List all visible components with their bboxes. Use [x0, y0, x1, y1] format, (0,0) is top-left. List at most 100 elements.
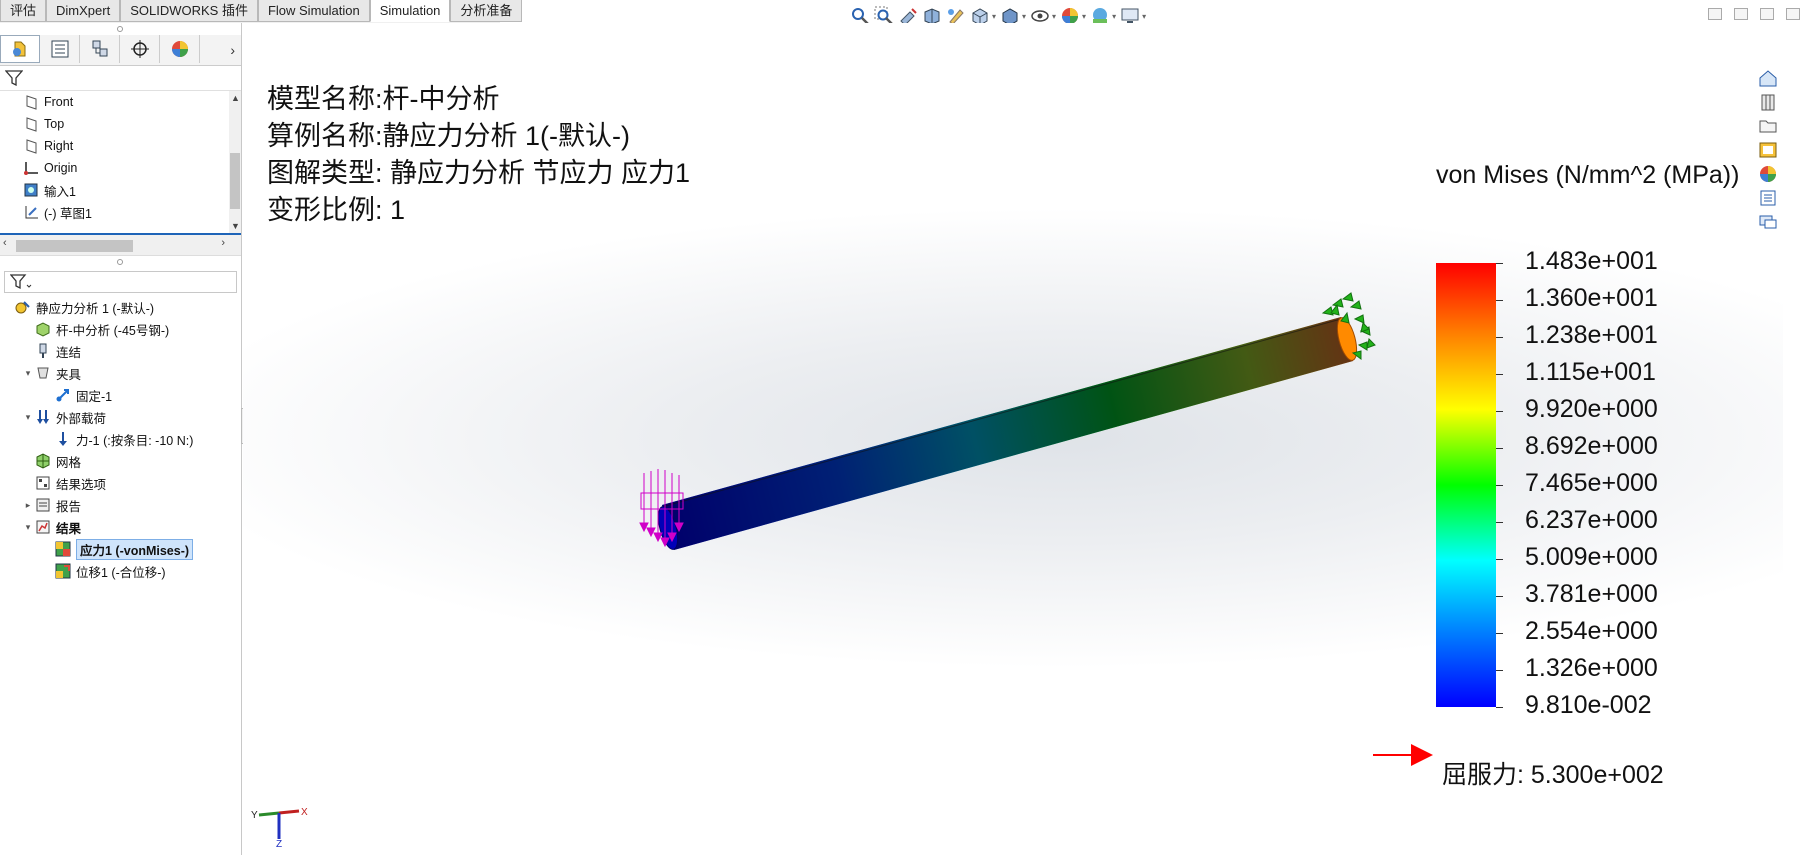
sketch-icon	[22, 203, 40, 221]
sim-tree-item[interactable]: 力-1 (:按条目: -10 N:)	[0, 428, 241, 450]
fixtures-icon	[34, 364, 52, 382]
legend-value-label: 5.009e+000	[1525, 543, 1658, 571]
maximize-icon[interactable]	[1760, 8, 1774, 20]
legend-value-label: 1.326e+000	[1525, 654, 1658, 682]
legend-tick	[1496, 411, 1503, 412]
imported-body-icon	[22, 181, 40, 199]
sim-tree-label: 应力1 (-vonMises-)	[76, 538, 194, 560]
sim-tree-label: 结果	[56, 521, 82, 536]
mesh-icon	[34, 452, 52, 470]
legend-value-label: 1.360e+001	[1525, 284, 1658, 312]
propertymanager-icon[interactable]	[40, 35, 80, 63]
fixed-geometry-icon	[54, 386, 72, 404]
legend-value-label: 1.238e+001	[1525, 321, 1658, 349]
tree-item-import1[interactable]: 输入1	[22, 179, 241, 201]
sim-tree-item[interactable]: 应力1 (-vonMises-)	[0, 538, 241, 560]
legend-value-label: 8.692e+000	[1525, 432, 1658, 460]
close-icon[interactable]	[1786, 8, 1800, 20]
legend-tick	[1496, 448, 1503, 449]
feature-filter[interactable]	[0, 66, 241, 91]
pane-grip[interactable]	[0, 23, 241, 35]
external-loads-icon	[34, 408, 52, 426]
view-palette-icon[interactable]	[1756, 139, 1780, 161]
dimxpertmanager-icon[interactable]	[120, 35, 160, 63]
tab-analysis-prep[interactable]: 分析准备	[450, 0, 523, 22]
legend-tick	[1496, 337, 1503, 338]
yield-arrow-icon	[1373, 744, 1433, 766]
sim-tree-item[interactable]: 网格	[0, 450, 241, 472]
sim-tree-item[interactable]: 连结	[0, 340, 241, 362]
feature-tree-vscroll[interactable]: ▲ ▼	[229, 91, 241, 233]
sim-tree-label: 结果选项	[56, 477, 107, 492]
solidworks-resources-icon[interactable]	[1756, 67, 1780, 89]
study-icon	[14, 298, 32, 316]
tree-toggle-icon[interactable]: ▾	[22, 412, 34, 423]
tab-flow-simulation[interactable]: Flow Simulation	[257, 0, 370, 22]
design-library-icon[interactable]	[1756, 91, 1780, 113]
tree-item-top-plane[interactable]: Top	[22, 113, 241, 135]
legend-value-label: 2.554e+000	[1525, 617, 1658, 645]
sim-tree-item[interactable]: 固定-1	[0, 384, 241, 406]
tree-toggle-icon[interactable]: ▾	[22, 368, 34, 379]
stress-colorbar	[1436, 263, 1496, 707]
legend-tick	[1496, 263, 1503, 264]
plane-icon	[22, 93, 40, 111]
sim-tree-item[interactable]: 静应力分析 1 (-默认-)	[0, 296, 241, 318]
forum-icon[interactable]	[1756, 211, 1780, 233]
configurationmanager-icon[interactable]	[80, 35, 120, 63]
sim-tree-item[interactable]: ▾ 夹具	[0, 362, 241, 384]
part-icon	[34, 320, 52, 338]
chevron-right-icon[interactable]: ›	[200, 35, 241, 65]
featuremanager-icon[interactable]	[0, 35, 40, 63]
legend-tick	[1496, 707, 1503, 708]
origin-icon	[22, 159, 40, 177]
plane-icon	[22, 115, 40, 133]
legend-value-label: 9.810e-002	[1525, 691, 1652, 719]
tree-item-right-plane[interactable]: Right	[22, 135, 241, 157]
triad-z-label: Z	[276, 839, 282, 847]
plane-icon	[22, 137, 40, 155]
legend-tick	[1496, 670, 1503, 671]
sim-tree-label: 位移1 (-合位移-)	[76, 565, 166, 580]
legend-tick	[1496, 559, 1503, 560]
tree-item-sketch1[interactable]: (-) 草图1	[22, 201, 241, 223]
sim-tree-label: 杆-中分析 (-45号钢-)	[56, 323, 170, 338]
filter-icon	[5, 70, 23, 86]
window-controls	[1708, 8, 1800, 20]
sim-tree-item[interactable]: 杆-中分析 (-45号钢-)	[0, 318, 241, 340]
filter-icon	[10, 274, 32, 290]
tab-simulation[interactable]: Simulation	[369, 0, 451, 22]
feature-tree-hscroll[interactable]: ‹ ›	[0, 235, 241, 256]
graphics-area[interactable]: 模型名称:杆-中分析 算例名称:静应力分析 1(-默认-) 图解类型: 静应力分…	[243, 23, 1783, 855]
legend-value-label: 1.483e+001	[1525, 247, 1658, 275]
sim-tree-label: 网格	[56, 455, 82, 470]
sim-tree-label: 静应力分析 1 (-默认-)	[36, 301, 155, 316]
sim-tree-item[interactable]: 结果选项	[0, 472, 241, 494]
legend-tick	[1496, 633, 1503, 634]
legend-tick	[1496, 300, 1503, 301]
tile-icon[interactable]	[1734, 8, 1748, 20]
sim-tree-item[interactable]: ▾ 外部载荷	[0, 406, 241, 428]
simulation-filter[interactable]	[4, 271, 237, 293]
restore-icon[interactable]	[1708, 8, 1722, 20]
file-explorer-icon[interactable]	[1756, 115, 1780, 137]
legend-value-label: 3.781e+000	[1525, 580, 1658, 608]
tab-dimxpert[interactable]: DimXpert	[46, 0, 121, 22]
task-pane-tabs	[1753, 67, 1783, 233]
tab-solidworks-addins[interactable]: SOLIDWORKS 插件	[120, 0, 258, 22]
sim-tree-label: 报告	[56, 499, 82, 514]
sim-tree-item[interactable]: ▾ 结果	[0, 516, 241, 538]
tab-evaluate[interactable]: 评估	[0, 0, 47, 22]
pane-grip-2[interactable]	[0, 256, 241, 268]
tree-toggle-icon[interactable]: ▾	[22, 522, 34, 533]
tree-item-front-plane[interactable]: Front	[22, 91, 241, 113]
sim-tree-label: 连结	[56, 345, 82, 360]
displaymanager-icon[interactable]	[160, 35, 200, 63]
custom-properties-icon[interactable]	[1756, 187, 1780, 209]
appearances-icon[interactable]	[1756, 163, 1780, 185]
tree-toggle-icon[interactable]: ▸	[22, 500, 34, 511]
beam-body[interactable]	[655, 316, 1361, 552]
sim-tree-item[interactable]: 位移1 (-合位移-)	[0, 560, 241, 582]
tree-item-origin[interactable]: Origin	[22, 157, 241, 179]
sim-tree-item[interactable]: ▸ 报告	[0, 494, 241, 516]
